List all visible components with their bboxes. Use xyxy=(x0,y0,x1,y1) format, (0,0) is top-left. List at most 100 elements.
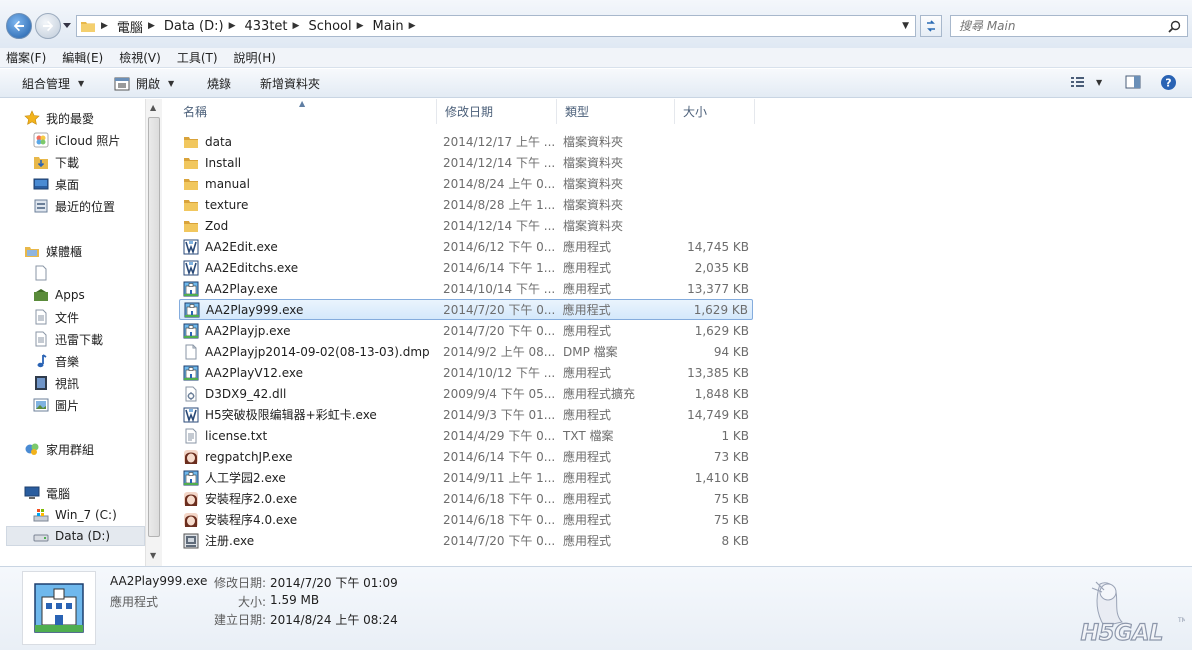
breadcrumb-separator[interactable]: ▶ xyxy=(409,21,416,31)
address-box[interactable]: ▶ 電腦 ▶ Data (D:) ▶ 433tet ▶ School ▶ Mai… xyxy=(76,15,916,37)
file-type: 檔案資料夾 xyxy=(563,198,624,212)
file-type: 應用程式 xyxy=(563,324,612,338)
file-row[interactable]: AA2Play999.exe 2014/7/20 下午 0... 應用程式 1,629… xyxy=(179,299,753,320)
file-row[interactable]: 安裝程序4.0.exe 2014/6/18 下午 0... 應用程式 75 KB xyxy=(179,509,753,530)
organize-label: 組合管理 xyxy=(22,77,71,91)
back-button[interactable] xyxy=(6,13,32,39)
file-row[interactable]: Install 2014/12/14 下午 ... 檔案資料夾 xyxy=(179,152,753,173)
breadcrumb-main[interactable]: Main xyxy=(373,19,404,34)
file-row[interactable]: AA2Playjp2014-09-02(08-13-03).dmp 2014/9/… xyxy=(179,341,753,362)
breadcrumb-computer[interactable]: 電腦 xyxy=(117,17,143,36)
nav-library-unnamed[interactable] xyxy=(33,263,55,283)
file-row[interactable]: manual 2014/8/24 上午 0... 檔案資料夾 xyxy=(179,173,753,194)
nav-drive-c[interactable]: Win_7 (C:) xyxy=(33,505,117,525)
file-size: 73 KB xyxy=(713,449,749,464)
nav-homegroup[interactable]: 家用群組 xyxy=(24,439,94,459)
sidebar-scrollbar[interactable]: ▲ ▼ xyxy=(145,99,162,566)
breadcrumb-separator[interactable]: ▶ xyxy=(101,21,108,31)
preview-pane-icon[interactable] xyxy=(1125,74,1141,90)
open-button[interactable]: 開啟 ▼ xyxy=(114,75,174,92)
nav-documents[interactable]: 文件 xyxy=(33,307,79,327)
file-type: 應用程式 xyxy=(563,492,612,506)
file-row[interactable]: Zod 2014/12/14 下午 ... 檔案資料夾 xyxy=(179,215,753,236)
file-name-cell: license.txt xyxy=(179,428,437,444)
file-row[interactable]: D3DX9_42.dll 2009/9/4 下午 05... 應用程式擴充 1,848… xyxy=(179,383,753,404)
file-date: 2014/8/24 上午 0... xyxy=(443,177,556,191)
file-row[interactable]: license.txt 2014/4/29 下午 0... TXT 檔案 1 KB xyxy=(179,425,753,446)
details-filetype: 應用程式 xyxy=(110,595,159,609)
menu-edit[interactable]: 編輯(E) xyxy=(62,49,103,66)
nav-videos[interactable]: 視訊 xyxy=(33,373,79,393)
file-row[interactable]: AA2PlayV12.exe 2014/10/12 下午 ... 應用程式 13,38… xyxy=(179,362,753,383)
menu-tools[interactable]: 工具(T) xyxy=(177,49,218,66)
nav-libraries[interactable]: 媒體櫃 xyxy=(24,241,82,261)
new-folder-button[interactable]: 新增資料夾 xyxy=(260,75,320,92)
column-size[interactable]: 大小 xyxy=(675,99,755,124)
breadcrumb-school[interactable]: School xyxy=(308,19,351,34)
file-row[interactable]: AA2Edit.exe 2014/6/12 下午 0... 應用程式 14,745 K… xyxy=(179,236,753,257)
column-date[interactable]: 修改日期 xyxy=(437,99,557,124)
star-icon xyxy=(24,110,40,125)
file-row[interactable]: H5突破极限编辑器+彩虹卡.exe 2014/9/3 下午 01... 應用程式 14… xyxy=(179,404,753,425)
file-row[interactable]: data 2014/12/17 上午 ... 檔案資料夾 xyxy=(179,131,753,152)
file-type: 應用程式 xyxy=(563,282,612,296)
column-date-label: 修改日期 xyxy=(445,105,494,119)
file-type: 應用程式 xyxy=(563,240,612,254)
forward-button[interactable] xyxy=(35,13,61,39)
portrait-app-icon xyxy=(183,449,199,465)
file-row[interactable]: AA2Playjp.exe 2014/7/20 下午 0... 應用程式 1,629 … xyxy=(179,320,753,341)
search-icon[interactable] xyxy=(1168,20,1181,33)
file-row[interactable]: 注册.exe 2014/7/20 下午 0... 應用程式 8 KB xyxy=(179,530,753,551)
menu-view[interactable]: 檢視(V) xyxy=(119,49,161,66)
column-type[interactable]: 類型 xyxy=(557,99,675,124)
breadcrumb-drive[interactable]: Data (D:) xyxy=(164,19,224,34)
file-name: D3DX9_42.dll xyxy=(205,386,287,401)
file-row[interactable]: 人工学园2.exe 2014/9/11 上午 1... 應用程式 1,410 KB xyxy=(179,467,753,488)
menu-file[interactable]: 檔案(F) xyxy=(6,49,46,66)
scrollbar-thumb[interactable] xyxy=(148,117,160,537)
organize-button[interactable]: 組合管理 ▼ xyxy=(22,75,84,92)
breadcrumb-separator[interactable]: ▶ xyxy=(293,21,300,31)
file-row[interactable]: texture 2014/8/28 上午 1... 檔案資料夾 xyxy=(179,194,753,215)
breadcrumb-433tet[interactable]: 433tet xyxy=(245,19,288,34)
scroll-down-icon[interactable]: ▼ xyxy=(150,551,156,560)
editor-app-icon xyxy=(183,407,199,423)
portrait-app-icon xyxy=(183,512,199,528)
view-options-icon[interactable] xyxy=(1070,74,1086,90)
nav-music[interactable]: 音樂 xyxy=(33,351,79,371)
nav-downloads[interactable]: 下載 xyxy=(33,152,79,172)
file-row[interactable]: AA2Editchs.exe 2014/6/14 下午 1... 應用程式 2,035… xyxy=(179,257,753,278)
breadcrumb-separator[interactable]: ▶ xyxy=(148,21,155,31)
nav-apps[interactable]: Apps xyxy=(33,285,85,305)
scroll-up-icon[interactable]: ▲ xyxy=(150,103,156,112)
nav-item-label: Data (D:) xyxy=(55,529,111,543)
file-row[interactable]: 安裝程序2.0.exe 2014/6/18 下午 0... 應用程式 75 KB xyxy=(179,488,753,509)
history-dropdown-icon[interactable] xyxy=(62,20,72,30)
nav-xunlei-downloads[interactable]: 迅雷下載 xyxy=(33,329,103,349)
address-dropdown-icon[interactable]: ▼ xyxy=(902,21,909,31)
nav-homegroup-label: 家用群組 xyxy=(46,442,95,457)
burn-button[interactable]: 燒錄 xyxy=(207,75,231,92)
breadcrumb-separator[interactable]: ▶ xyxy=(357,21,364,31)
nav-favorites[interactable]: 我的最愛 xyxy=(24,108,94,128)
column-name[interactable]: 名稱 ▲ xyxy=(163,99,437,124)
chevron-down-icon[interactable]: ▼ xyxy=(1096,78,1102,87)
nav-recent-places[interactable]: 最近的位置 xyxy=(33,196,115,216)
file-row[interactable]: regpatchJP.exe 2014/6/14 下午 0... 應用程式 73 KB xyxy=(179,446,753,467)
search-input[interactable] xyxy=(951,16,1151,36)
breadcrumb-separator[interactable]: ▶ xyxy=(229,21,236,31)
nav-computer[interactable]: 電腦 xyxy=(24,483,70,503)
file-row[interactable]: AA2Play.exe 2014/10/14 下午 ... 應用程式 13,377 K… xyxy=(179,278,753,299)
file-name: Install xyxy=(205,155,242,170)
menu-help[interactable]: 說明(H) xyxy=(234,49,276,66)
nav-desktop[interactable]: 桌面 xyxy=(33,174,79,194)
nav-drive-d[interactable]: Data (D:) xyxy=(6,526,145,546)
nav-pictures[interactable]: 圖片 xyxy=(33,395,79,415)
photos-icon xyxy=(33,132,49,148)
nav-icloud-photos[interactable]: iCloud 照片 xyxy=(33,130,120,150)
file-type: 檔案資料夾 xyxy=(563,219,624,233)
details-pane: AA2Play999.exe 應用程式 修改日期: 2014/7/20 下午 0… xyxy=(0,566,1192,650)
refresh-button[interactable] xyxy=(920,15,942,37)
file-name: Zod xyxy=(205,218,229,233)
help-icon[interactable]: ? xyxy=(1160,74,1177,91)
